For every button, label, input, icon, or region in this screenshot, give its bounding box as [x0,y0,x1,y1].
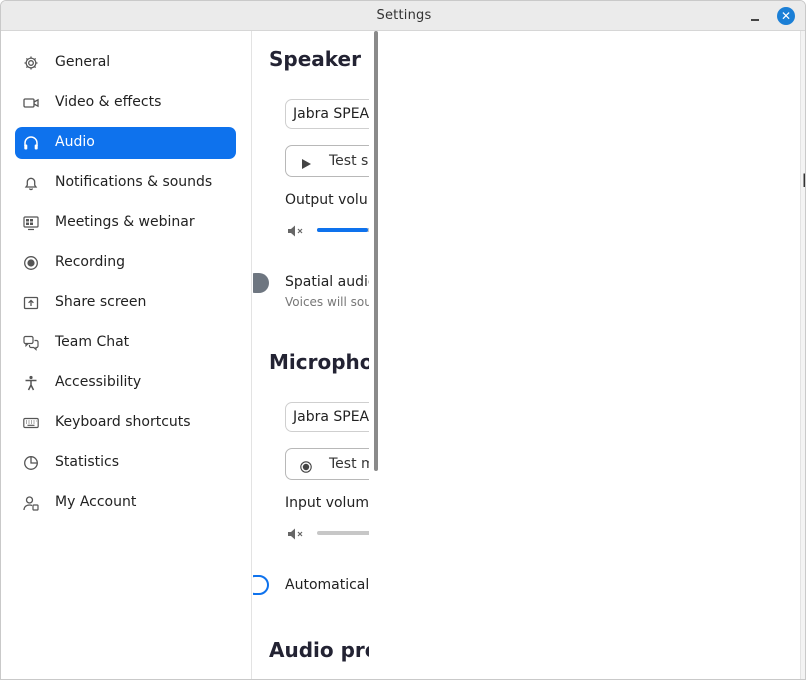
chat-icon [23,335,39,351]
test-mic-label: Test mic [329,456,369,472]
sidebar-item-label: Meetings & webinar [55,214,195,230]
sidebar-item-label: Video & effects [55,94,162,110]
sidebar-item-share-screen[interactable]: Share screen [15,287,236,319]
sidebar-item-label: Keyboard shortcuts [55,414,191,430]
share-screen-icon [23,295,39,311]
sidebar-item-accessibility[interactable]: Accessibility [15,367,236,399]
test-speaker-button[interactable]: Test speaker [285,145,369,177]
test-mic-button[interactable]: Test mic [285,448,369,480]
meetings-icon [23,215,39,231]
sidebar: General Video & effects Audio Notificati… [1,31,252,679]
window-title: Settings [376,8,432,23]
sidebar-item-label: General [55,54,111,70]
sidebar-item-my-account[interactable]: My Account [15,487,236,519]
record-icon [300,458,312,473]
sidebar-item-label: Recording [55,254,126,270]
keyboard-icon [23,415,39,431]
sidebar-item-video-effects[interactable]: Video & effects [15,87,236,119]
speaker-muted-icon [287,223,303,237]
audio-settings-panel: Speaker Jabra SPEAK 410 USB Test speaker… [253,31,369,679]
test-speaker-label: Test speaker [329,153,369,169]
spatial-audio-label: Spatial audio [285,274,369,290]
sidebar-item-general[interactable]: General [15,47,236,79]
spatial-audio-toggle[interactable] [253,273,269,293]
minimize-button[interactable] [748,8,762,24]
speaker-heading: Speaker [269,47,361,71]
settings-window: Settings ✕ General Video & effects Audio [0,0,806,680]
record-icon [23,255,39,271]
audio-profile-heading: Audio profile [269,638,369,662]
gear-icon [23,55,39,71]
headphones-icon [23,135,39,151]
title-bar: Settings ✕ [1,1,805,31]
input-volume-label: Input volume: [285,495,369,511]
sidebar-item-label: Audio [55,134,95,150]
auto-adjust-mic-checkbox[interactable] [253,575,269,595]
output-volume-fill [317,228,368,232]
sidebar-item-team-chat[interactable]: Team Chat [15,327,236,359]
speaker-device-select[interactable]: Jabra SPEAK 410 USB [285,99,369,129]
sidebar-item-audio[interactable]: Audio [15,127,236,159]
output-volume-slider[interactable] [317,228,369,232]
sidebar-item-label: Notifications & sounds [55,174,213,190]
bell-icon [23,175,39,191]
sidebar-item-recording[interactable]: Recording [15,247,236,279]
sidebar-item-notifications-sounds[interactable]: Notifications & sounds [15,167,236,199]
sidebar-item-label: Team Chat [55,334,130,350]
sidebar-item-statistics[interactable]: Statistics [15,447,236,479]
background-window-edge [800,31,805,679]
sidebar-item-keyboard-shortcuts[interactable]: Keyboard shortcuts [15,407,236,439]
microphone-heading: Microphone [269,350,369,374]
sidebar-item-label: Accessibility [55,374,142,390]
output-volume-label: Output volume: [285,192,369,208]
play-icon [300,155,312,169]
input-volume-slider[interactable] [317,531,369,535]
microphone-device-select[interactable]: Jabra SPEAK 410 USB [285,402,369,432]
sidebar-item-label: Statistics [55,454,119,470]
mic-muted-icon [287,526,303,540]
close-button[interactable]: ✕ [777,7,795,25]
spatial-audio-sublabel: Voices will sound [285,295,369,309]
accessibility-icon [23,375,39,391]
sidebar-item-label: My Account [55,494,137,510]
pie-chart-icon [23,455,39,471]
auto-adjust-mic-label: Automatically adjust microphone volume [285,577,369,593]
account-icon [23,495,39,511]
content-scrollbar[interactable] [374,31,378,471]
sidebar-item-meetings-webinar[interactable]: Meetings & webinar [15,207,236,239]
background-window-text: k [802,171,805,192]
video-icon [23,95,39,111]
sidebar-item-label: Share screen [55,294,147,310]
